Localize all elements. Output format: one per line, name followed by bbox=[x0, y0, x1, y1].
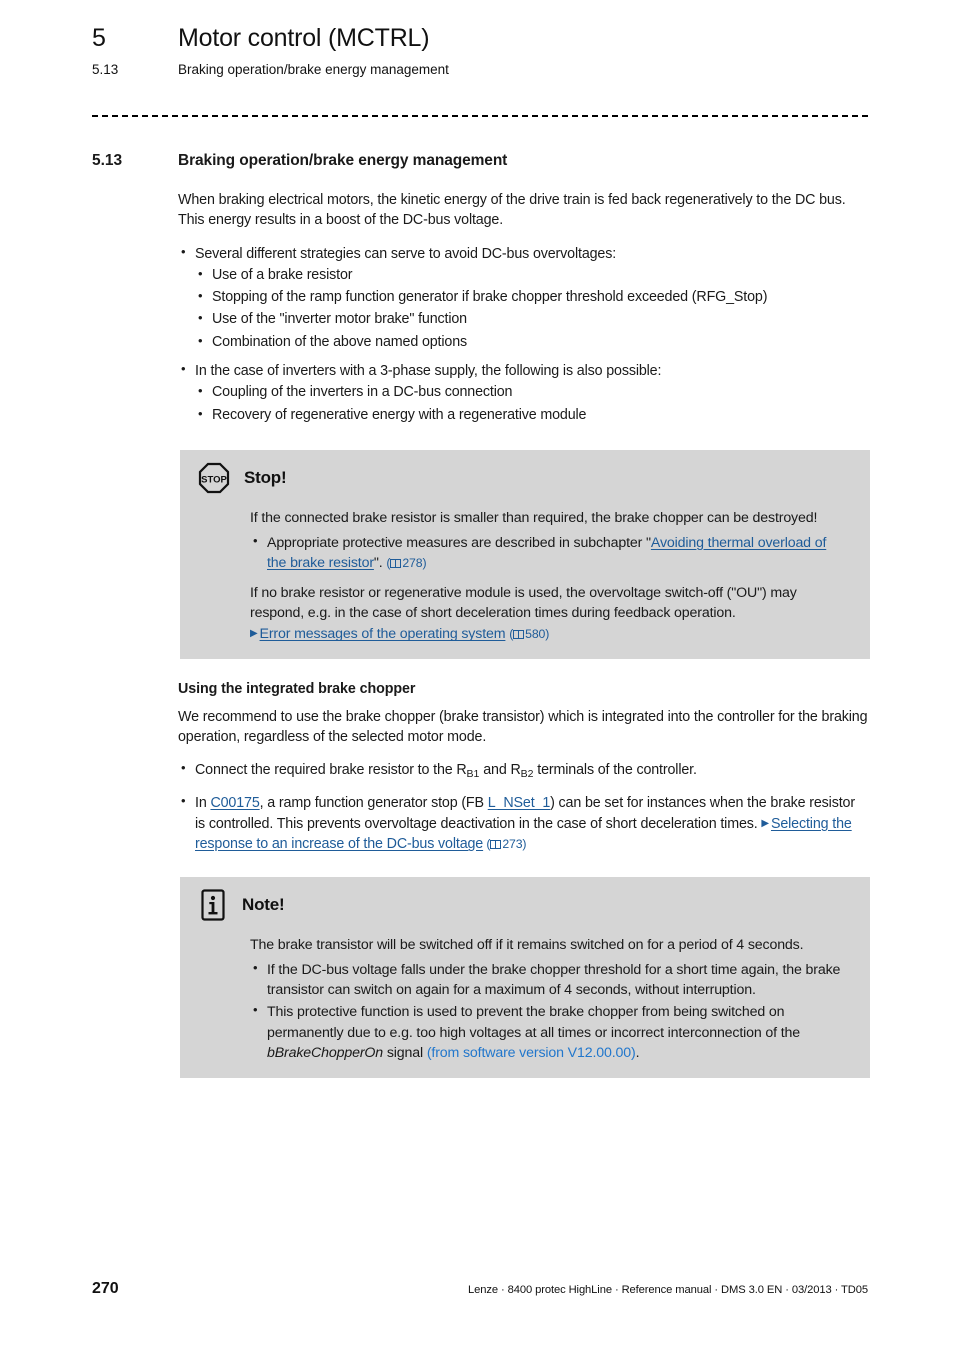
stop-bullet-list: Appropriate protective measures are desc… bbox=[250, 532, 844, 573]
bullet-text: In the case of inverters with a 3-phase … bbox=[195, 362, 662, 379]
page-header: 5 Motor control (MCTRL) 5.13 Braking ope… bbox=[92, 24, 868, 77]
note-bullet2-italic: bBrakeChopperOn bbox=[267, 1044, 384, 1061]
link-error-messages[interactable]: Error messages of the operating system bbox=[260, 626, 506, 642]
header-chapter-title: Motor control (MCTRL) bbox=[178, 24, 430, 52]
page-content: When braking electrical motors, the kine… bbox=[178, 190, 870, 1078]
header-divider bbox=[92, 115, 868, 117]
intro-sub-list-2: Coupling of the inverters in a DC-bus co… bbox=[195, 381, 868, 426]
list-item: This protective function is used to prev… bbox=[250, 1001, 844, 1062]
note-callout-body: The brake transistor will be switched of… bbox=[198, 935, 852, 1063]
list-item: Coupling of the inverters in a DC-bus co… bbox=[195, 381, 868, 403]
list-item: Recovery of regenerative energy with a r… bbox=[195, 404, 868, 426]
book-icon bbox=[513, 627, 525, 640]
stop-callout-header: STOP Stop! bbox=[198, 462, 852, 494]
page-reference-580[interactable]: (580) bbox=[509, 627, 549, 641]
stop-paragraph-1: If the connected brake resistor is small… bbox=[250, 509, 818, 526]
stop-bullet-prefix: Appropriate protective measures are desc… bbox=[267, 534, 651, 551]
intro-sub-list-1: Use of a brake resistor Stopping of the … bbox=[195, 264, 868, 353]
list-item: Combination of the above named options bbox=[195, 331, 868, 353]
note-callout-header: Note! bbox=[198, 889, 852, 921]
link-l-nset-1[interactable]: L_NSet_1 bbox=[488, 795, 551, 811]
page-reference-278[interactable]: (278) bbox=[386, 556, 426, 570]
stop-callout-body: If the connected brake resistor is small… bbox=[198, 508, 852, 645]
note-bullet2-a: This protective function is used to prev… bbox=[267, 1004, 801, 1041]
note-bullet2-c: . bbox=[635, 1044, 640, 1061]
chopper-bullet1-a: Connect the required brake resistor to t… bbox=[195, 762, 467, 779]
stop-octagon-icon: STOP bbox=[198, 462, 230, 494]
intro-bullet-list: Several different strategies can serve t… bbox=[178, 243, 868, 426]
note-callout-box: Note! The brake transistor will be switc… bbox=[180, 877, 870, 1078]
subscript-b2: B2 bbox=[520, 768, 534, 781]
header-section-row: 5.13 Braking operation/brake energy mana… bbox=[92, 62, 868, 77]
link-c00175[interactable]: C00175 bbox=[210, 795, 259, 811]
stop-callout-title: Stop! bbox=[244, 467, 287, 487]
book-icon bbox=[390, 556, 402, 568]
list-item: If the DC-bus voltage falls under the br… bbox=[250, 959, 844, 1000]
header-section-title: Braking operation/brake energy managemen… bbox=[178, 62, 449, 77]
bullet-text: Several different strategies can serve t… bbox=[195, 245, 617, 262]
intro-paragraph: When braking electrical motors, the kine… bbox=[178, 192, 846, 229]
list-item: In the case of inverters with a 3-phase … bbox=[178, 360, 868, 426]
stop-bullet-suffix: ". bbox=[373, 555, 383, 571]
subscript-b1: B1 bbox=[466, 768, 480, 781]
chopper-bullet1-b: and R bbox=[479, 762, 521, 779]
section-title: Braking operation/brake energy managemen… bbox=[178, 152, 508, 169]
footer-page-number: 270 bbox=[92, 1280, 119, 1297]
section-heading: 5.13 Braking operation/brake energy mana… bbox=[92, 152, 868, 170]
chopper-bullet2-a: In bbox=[195, 795, 211, 812]
triangle-right-icon: ▶ bbox=[250, 628, 258, 640]
chopper-subheading: Using the integrated brake chopper bbox=[178, 680, 416, 697]
header-section-number: 5.13 bbox=[92, 62, 119, 77]
stop-paragraph-2: If no brake resistor or regenerative mod… bbox=[250, 585, 797, 622]
note-callout-title: Note! bbox=[242, 895, 285, 914]
book-icon bbox=[490, 837, 502, 850]
info-note-icon bbox=[198, 889, 228, 921]
header-chapter-row: 5 Motor control (MCTRL) bbox=[92, 24, 868, 53]
note-bullet-list: If the DC-bus voltage falls under the br… bbox=[250, 959, 844, 1063]
note-software-version: (from software version V12.00.00) bbox=[426, 1044, 636, 1061]
chopper-bullet1-c: terminals of the controller. bbox=[533, 762, 697, 779]
page-number: 580 bbox=[525, 627, 546, 642]
list-item: Use of a brake resistor bbox=[195, 264, 868, 286]
svg-text:STOP: STOP bbox=[201, 474, 227, 485]
list-item: Stopping of the ramp function generator … bbox=[195, 286, 868, 308]
header-chapter-number: 5 bbox=[92, 24, 106, 52]
list-item: Several different strategies can serve t… bbox=[178, 243, 868, 353]
document-page: 5 Motor control (MCTRL) 5.13 Braking ope… bbox=[0, 0, 954, 1350]
page-number: 278 bbox=[402, 556, 423, 570]
section-number: 5.13 bbox=[92, 152, 123, 169]
stop-link-line: ▶ Error messages of the operating system … bbox=[250, 624, 844, 644]
footer-document-info: Lenze · 8400 protec HighLine · Reference… bbox=[467, 1284, 868, 1296]
page-footer: 270 Lenze · 8400 protec HighLine · Refer… bbox=[92, 1280, 868, 1298]
triangle-right-icon: ▶ bbox=[761, 817, 769, 829]
list-item: Connect the required brake resistor to t… bbox=[178, 759, 868, 782]
chopper-paragraph: We recommend to use the brake chopper (b… bbox=[178, 708, 868, 745]
note-bullet2-b: signal bbox=[383, 1044, 427, 1061]
note-paragraph: The brake transistor will be switched of… bbox=[250, 937, 804, 953]
list-item: In C00175, a ramp function generator sto… bbox=[178, 792, 868, 855]
list-item: Use of the "inverter motor brake" functi… bbox=[195, 308, 868, 330]
page-reference-273[interactable]: (273) bbox=[483, 837, 526, 851]
page-number: 273 bbox=[502, 837, 523, 852]
stop-callout-box: STOP Stop! If the connected brake resist… bbox=[180, 449, 870, 659]
list-item: Appropriate protective measures are desc… bbox=[250, 532, 844, 573]
chopper-bullet-list: Connect the required brake resistor to t… bbox=[178, 759, 868, 855]
chopper-bullet2-b: , a ramp function generator stop (FB bbox=[259, 795, 488, 812]
